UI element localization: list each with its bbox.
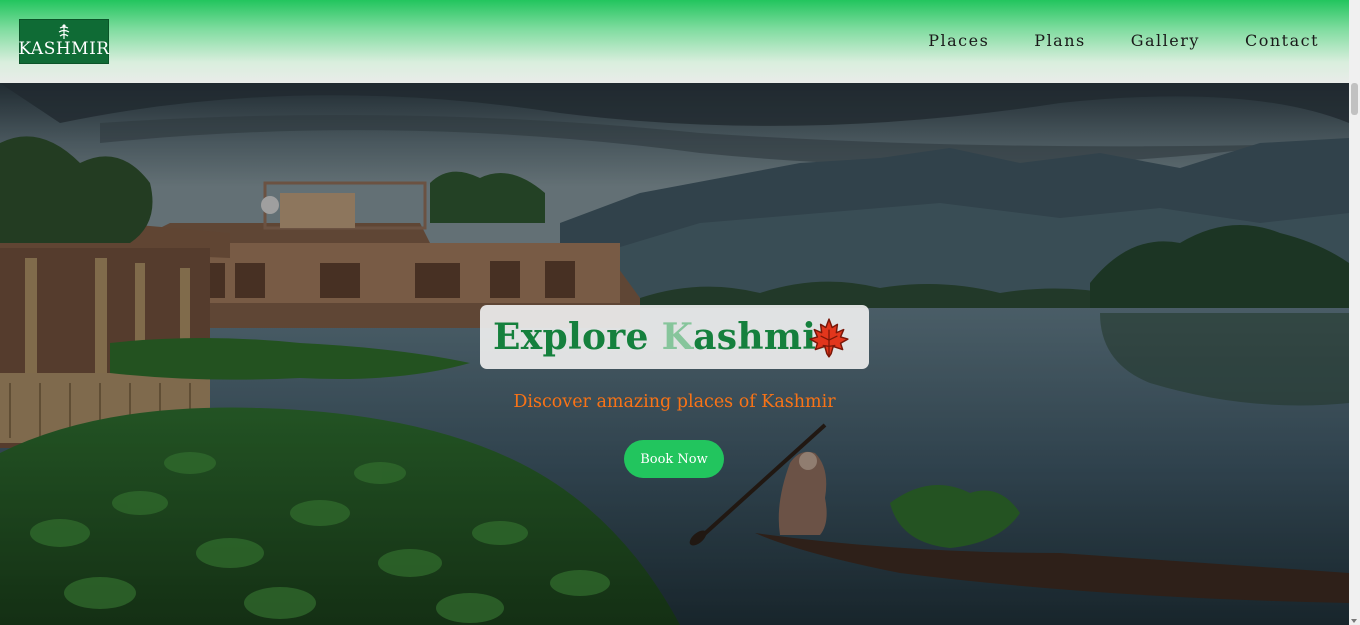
nav-link-contact[interactable]: Contact bbox=[1245, 31, 1319, 50]
main-nav: Places Plans Gallery Contact bbox=[883, 31, 1319, 50]
hero-title-middle: ashmi bbox=[693, 316, 817, 358]
scroll-down-arrow-icon[interactable] bbox=[1351, 619, 1357, 623]
book-now-button[interactable]: Book Now bbox=[624, 440, 724, 478]
nav-link-plans[interactable]: Plans bbox=[1034, 31, 1085, 50]
hero-subtitle: Discover amazing places of Kashmir bbox=[513, 392, 836, 412]
maple-leaf-icon bbox=[809, 318, 849, 358]
scrollbar-thumb[interactable] bbox=[1351, 83, 1358, 115]
site-logo[interactable]: KASHMIR bbox=[18, 19, 110, 64]
hero-section: Explore Kashmir Discover amazing places … bbox=[0, 83, 1349, 625]
top-navbar: KASHMIR Places Plans Gallery Contact bbox=[0, 0, 1349, 83]
hero-title-fade-letter: K bbox=[661, 316, 694, 358]
chinar-emblem-icon bbox=[58, 24, 70, 39]
hero-title-solid: Explore bbox=[493, 316, 662, 358]
hero-title-box: Explore Kashmir bbox=[480, 305, 869, 369]
logo-text: KASHMIR bbox=[18, 39, 110, 59]
nav-link-gallery[interactable]: Gallery bbox=[1131, 31, 1200, 50]
hero-title: Explore Kashmir bbox=[493, 316, 836, 358]
page-scrollbar[interactable] bbox=[1349, 0, 1360, 625]
nav-link-places[interactable]: Places bbox=[928, 31, 989, 50]
